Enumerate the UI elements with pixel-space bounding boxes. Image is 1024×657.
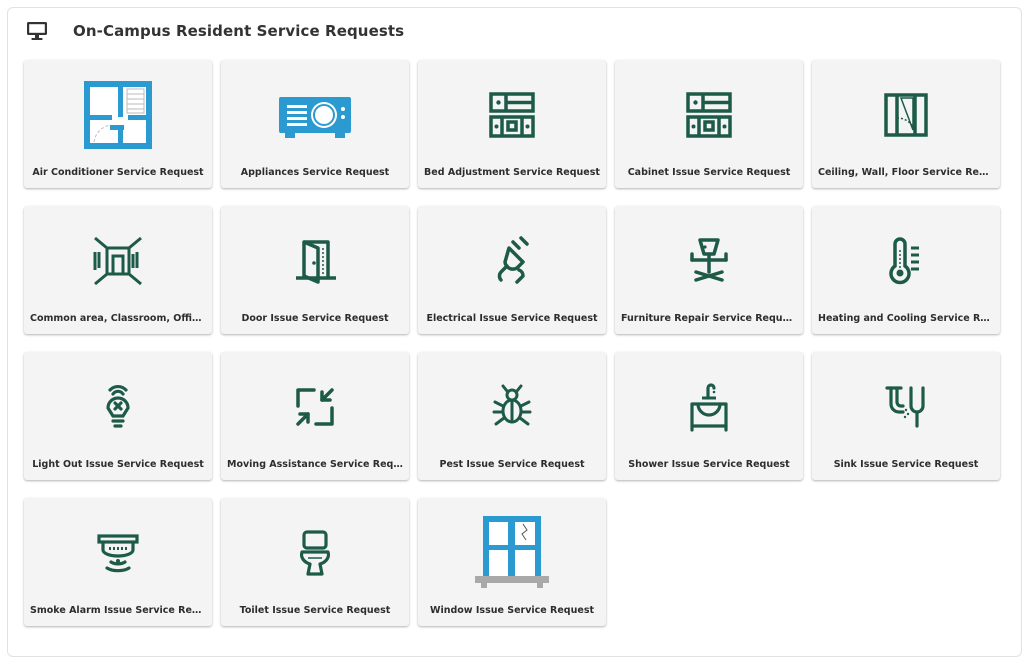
thermometer-icon (889, 237, 919, 285)
tile-label: Toilet Issue Service Request (239, 605, 391, 616)
wall-corner-icon (884, 93, 928, 137)
tile-bed-adjustment[interactable]: Bed Adjustment Service Request (418, 60, 606, 188)
projector-icon (279, 97, 351, 138)
smoke-alarm-icon (97, 534, 139, 573)
tile-sink[interactable]: Sink Issue Service Request (812, 352, 1000, 480)
tile-label: Bed Adjustment Service Request (424, 167, 600, 178)
door-icon (296, 240, 336, 284)
drawers-icon (489, 92, 535, 138)
tile-cabinet[interactable]: Cabinet Issue Service Request (615, 60, 803, 188)
collapse-arrows-icon (296, 388, 334, 426)
tile-label: Shower Issue Service Request (628, 459, 790, 470)
tile-window[interactable]: Window Issue Service Request (418, 498, 606, 626)
monitor-icon (26, 20, 48, 42)
tile-furniture[interactable]: Furniture Repair Service Request (615, 206, 803, 334)
bug-icon (492, 384, 532, 426)
tile-label: Furniture Repair Service Request (621, 313, 797, 324)
tile-label: Air Conditioner Service Request (32, 167, 204, 178)
tile-electrical[interactable]: Electrical Issue Service Request (418, 206, 606, 334)
tile-label: Cabinet Issue Service Request (627, 167, 791, 178)
pipe-sink-icon (885, 386, 925, 428)
tile-label: Smoke Alarm Issue Service Req... (30, 605, 206, 616)
tile-label: Ceiling, Wall, Floor Service Requ... (818, 167, 994, 178)
tile-door[interactable]: Door Issue Service Request (221, 206, 409, 334)
tile-label: Appliances Service Request (240, 167, 390, 178)
tile-toilet[interactable]: Toilet Issue Service Request (221, 498, 409, 626)
tile-label: Light Out Issue Service Request (32, 459, 204, 470)
tile-shower[interactable]: Shower Issue Service Request (615, 352, 803, 480)
tile-label: Window Issue Service Request (429, 605, 595, 616)
office-chair-icon (690, 238, 728, 282)
tile-label: Heating and Cooling Service Req... (818, 313, 994, 324)
floor-plan-icon (84, 81, 152, 149)
tile-label: Door Issue Service Request (241, 313, 389, 324)
tile-smoke-alarm[interactable]: Smoke Alarm Issue Service Req... (24, 498, 212, 626)
tile-label: Sink Issue Service Request (833, 459, 979, 470)
sink-vanity-icon (690, 383, 728, 432)
tile-appliances[interactable]: Appliances Service Request (221, 60, 409, 188)
tile-heating-cooling[interactable]: Heating and Cooling Service Req... (812, 206, 1000, 334)
plug-icon (497, 236, 529, 284)
tile-label: Electrical Issue Service Request (426, 313, 598, 324)
page-title: On-Campus Resident Service Requests (73, 22, 405, 40)
tile-label: Pest Issue Service Request (439, 459, 585, 470)
tile-air-conditioner[interactable]: Air Conditioner Service Request (24, 60, 212, 188)
panel-header: On-Campus Resident Service Requests (26, 20, 404, 42)
tile-label: Moving Assistance Service Requ... (227, 459, 403, 470)
tile-label: Common area, Classroom, Offic... (30, 313, 206, 324)
toilet-icon (299, 530, 331, 576)
room-perspective-icon (93, 236, 142, 286)
window-icon (475, 516, 549, 588)
tile-common-area[interactable]: Common area, Classroom, Offic... (24, 206, 212, 334)
light-bulb-icon (106, 385, 130, 428)
tile-light-out[interactable]: Light Out Issue Service Request (24, 352, 212, 480)
drawers-icon (686, 92, 732, 138)
tile-pest[interactable]: Pest Issue Service Request (418, 352, 606, 480)
tile-ceiling-wall-floor[interactable]: Ceiling, Wall, Floor Service Requ... (812, 60, 1000, 188)
tile-moving-assistance[interactable]: Moving Assistance Service Requ... (221, 352, 409, 480)
